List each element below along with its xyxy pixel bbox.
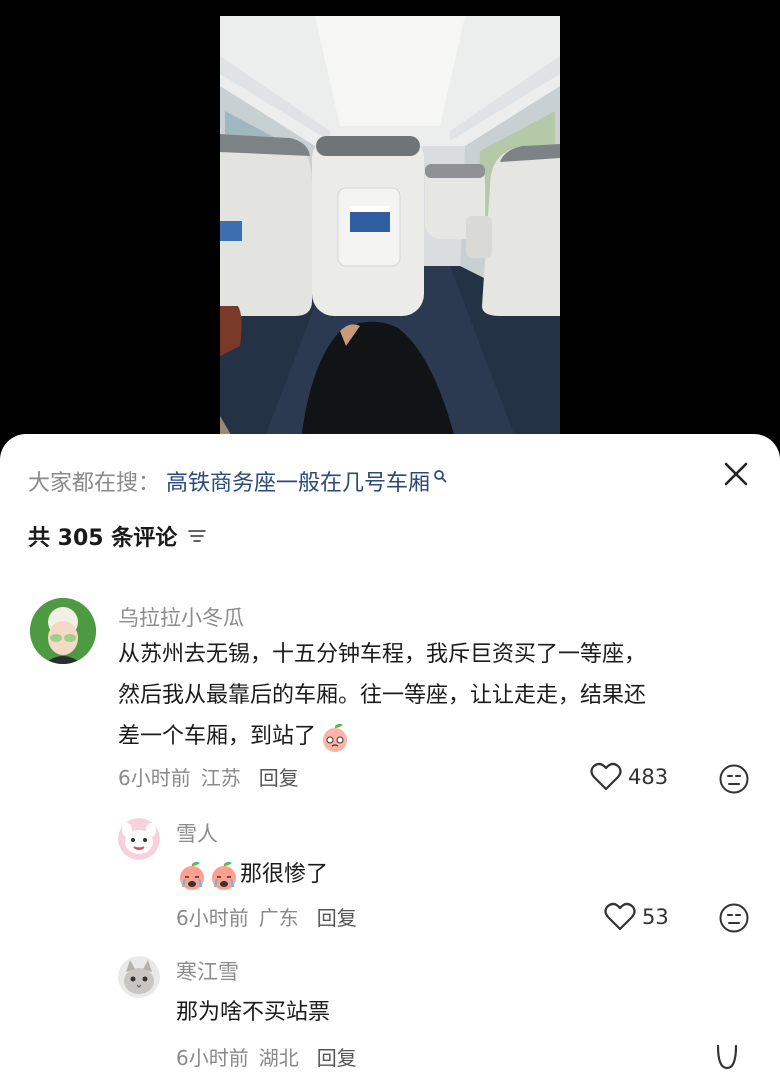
comment-location: 江苏 [200, 766, 241, 790]
avatar[interactable] [30, 598, 96, 664]
comment-location: 广东 [258, 906, 299, 930]
dislike-face-icon[interactable] [718, 763, 750, 795]
heart-icon [716, 1044, 738, 1070]
comment-time: 6小时前 [176, 1046, 249, 1070]
crying-peach-emoji-icon [212, 861, 236, 890]
avatar[interactable] [118, 956, 160, 998]
comment-text: 那很惨了 [176, 854, 736, 895]
comment-count: 共 305 条评论 [28, 526, 178, 551]
comment-meta: 6小时前 广东 回复 [176, 902, 367, 931]
avatar[interactable] [118, 818, 160, 860]
comment-time: 6小时前 [176, 906, 249, 930]
comment-meta: 6小时前 江苏 回复 [118, 762, 309, 791]
comment-location: 湖北 [258, 1046, 299, 1070]
reply-comment-item: 雪人 那很惨了 6小时前 广东 回复 53 [0, 814, 780, 934]
reply-button[interactable]: 回复 [317, 902, 357, 931]
comments-sheet: 大家都在搜： 高铁商务座一般在几号车厢 共 305 条评论 乌拉拉小冬瓜 从苏州… [0, 434, 780, 1080]
video-player[interactable] [0, 0, 780, 450]
comment-text-line: 然后我从最靠后的车厢。往一等座，让让走走，结果还 [118, 683, 647, 708]
comment-username[interactable]: 乌拉拉小冬瓜 [118, 602, 244, 632]
comment-text: 从苏州去无锡，十五分钟车程，我斥巨资买了一等座， 然后我从最靠后的车厢。往一等座… [118, 634, 758, 757]
comment-text-line: 从苏州去无锡，十五分钟车程，我斥巨资买了一等座， [118, 642, 647, 667]
comment-text-line-end: 差一个车厢，到站了 [118, 724, 317, 749]
search-icon [434, 470, 447, 483]
comment-username[interactable]: 雪人 [176, 818, 218, 848]
search-suggestion-link[interactable]: 高铁商务座一般在几号车厢 [166, 465, 430, 497]
comment-count-header[interactable]: 共 305 条评论 [28, 520, 207, 552]
heart-icon [604, 902, 636, 931]
comment-item: 乌拉拉小冬瓜 从苏州去无锡，十五分钟车程，我斥巨资买了一等座， 然后我从最靠后的… [0, 594, 780, 794]
reply-comment-item: 寒江雪 那为啥不买站票 6小时前 湖北 回复 [0, 952, 780, 1080]
comment-text-body: 那很惨了 [240, 862, 329, 887]
sort-icon[interactable] [187, 528, 207, 544]
search-prefix-label: 大家都在搜： [28, 471, 161, 496]
like-button[interactable] [712, 1042, 748, 1074]
search-suggestion[interactable]: 大家都在搜： 高铁商务座一般在几号车厢 [28, 464, 447, 498]
reply-button[interactable]: 回复 [317, 1042, 357, 1071]
like-button[interactable]: 53 [604, 902, 669, 932]
peach-emoji-icon [323, 723, 348, 752]
like-count: 483 [628, 765, 669, 789]
like-count: 53 [642, 905, 669, 929]
close-icon[interactable] [718, 456, 754, 492]
comment-username[interactable]: 寒江雪 [176, 956, 239, 986]
reply-button[interactable]: 回复 [259, 762, 299, 791]
comment-time: 6小时前 [118, 766, 191, 790]
dislike-face-icon[interactable] [718, 902, 750, 934]
comment-text: 那为啥不买站票 [176, 1000, 331, 1025]
crying-peach-emoji-icon [180, 861, 204, 890]
video-frame[interactable] [220, 16, 560, 450]
comment-meta: 6小时前 湖北 回复 [176, 1042, 367, 1071]
like-button[interactable]: 483 [590, 762, 668, 792]
comment-text-line: 差一个车厢，到站了 [118, 716, 758, 757]
heart-icon [590, 762, 622, 791]
train-interior-image [220, 16, 560, 450]
